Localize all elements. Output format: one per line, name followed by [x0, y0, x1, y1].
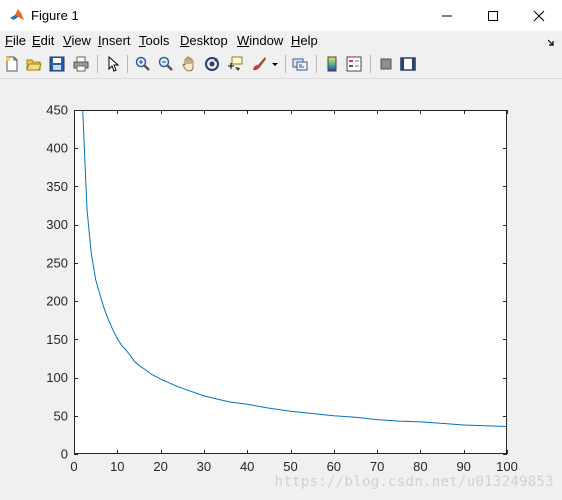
figure-canvas[interactable]: 0 10 20 30 40 50 60 70 80 90 100 0 50 100 150 200 250 300… [0, 79, 562, 500]
toolbar-separator [370, 55, 371, 73]
y-tick-label: 100 [46, 370, 68, 385]
insert-colorbar-button[interactable] [323, 54, 341, 74]
insert-legend-button[interactable] [345, 54, 363, 74]
brush-icon [253, 57, 266, 71]
new-figure-button[interactable] [3, 54, 21, 74]
axes-background [74, 110, 507, 454]
pan-hand-icon [182, 56, 194, 72]
hide-plot-tools-icon [380, 58, 392, 70]
x-tick-label: 0 [70, 459, 77, 474]
rotate-button[interactable] [203, 54, 221, 74]
save-icon [49, 56, 65, 72]
brush-dropdown[interactable] [270, 54, 280, 74]
chevron-down-icon [272, 63, 278, 66]
line-plot[interactable]: 0 10 20 30 40 50 60 70 80 90 100 0 50 100 150 200 250 300… [0, 79, 562, 500]
y-tick-label: 200 [46, 294, 68, 309]
data-cursor-button[interactable] [226, 54, 244, 74]
y-tick-label: 450 [46, 103, 68, 118]
y-tick-label: 350 [46, 179, 68, 194]
new-figure-icon [6, 56, 18, 72]
y-tick-label: 150 [46, 332, 68, 347]
maximize-button[interactable] [470, 0, 516, 31]
print-button[interactable] [72, 54, 90, 74]
minimize-icon [442, 15, 452, 17]
toolbar-separator [97, 55, 98, 73]
brush-button[interactable] [250, 54, 268, 74]
x-tick-label: 30 [197, 459, 211, 474]
show-plot-tools-button[interactable] [399, 54, 417, 74]
link-plot-button[interactable] [291, 54, 309, 74]
print-icon [73, 56, 89, 72]
menu-desktop[interactable]: Desktop [180, 33, 228, 48]
x-tick-label: 80 [413, 459, 427, 474]
menu-help[interactable]: Help [291, 33, 318, 48]
toolbar-separator [127, 55, 128, 73]
y-tick-label: 400 [46, 141, 68, 156]
matlab-logo-icon [9, 7, 25, 23]
hide-plot-tools-button[interactable] [377, 54, 395, 74]
figure-toolbar [0, 51, 562, 79]
show-plot-tools-icon [400, 57, 416, 71]
y-tick-label: 300 [46, 217, 68, 232]
pan-button[interactable] [180, 54, 198, 74]
toolbar-separator [285, 55, 286, 73]
edit-plot-button[interactable] [104, 54, 122, 74]
x-tick-label: 40 [240, 459, 254, 474]
x-tick-label: 20 [153, 459, 167, 474]
data-cursor-icon [228, 56, 243, 71]
zoom-out-button[interactable] [157, 54, 175, 74]
save-button[interactable] [48, 54, 66, 74]
x-tick-label: 90 [456, 459, 470, 474]
y-tick-label: 50 [54, 408, 68, 423]
legend-icon [346, 56, 362, 72]
menu-file[interactable]: File [5, 33, 26, 48]
x-tick-label: 100 [496, 459, 518, 474]
colorbar-icon [327, 56, 337, 72]
zoom-in-button[interactable] [134, 54, 152, 74]
close-icon [533, 10, 545, 22]
rotate-3d-icon [205, 57, 219, 71]
x-tick-label: 70 [370, 459, 384, 474]
y-tick-label: 0 [61, 447, 68, 462]
x-tick-label: 10 [110, 459, 124, 474]
y-tick-label: 250 [46, 255, 68, 270]
open-file-icon [26, 59, 42, 71]
x-tick-label: 60 [327, 459, 341, 474]
zoom-out-icon [158, 56, 173, 71]
maximize-icon [488, 11, 498, 21]
menu-bar: File Edit View Insert Tools Desktop Wind… [0, 31, 562, 51]
pointer-icon [108, 56, 120, 72]
menu-view[interactable]: View [63, 33, 91, 48]
link-plot-icon [292, 58, 308, 71]
menu-edit[interactable]: Edit [32, 33, 54, 48]
menu-window[interactable]: Window [237, 33, 283, 48]
zoom-in-icon [135, 56, 150, 71]
open-file-button[interactable] [25, 54, 43, 74]
watermark-text: https://blog.csdn.net/u013249853 [274, 474, 554, 490]
toolbar-separator [316, 55, 317, 73]
window-title: Figure 1 [31, 8, 79, 23]
menu-tools[interactable]: Tools [139, 33, 169, 48]
menu-insert[interactable]: Insert [98, 33, 131, 48]
x-tick-label: 50 [283, 459, 297, 474]
title-bar: Figure 1 [0, 0, 562, 31]
minimize-button[interactable] [424, 0, 470, 31]
close-button[interactable] [516, 0, 562, 31]
